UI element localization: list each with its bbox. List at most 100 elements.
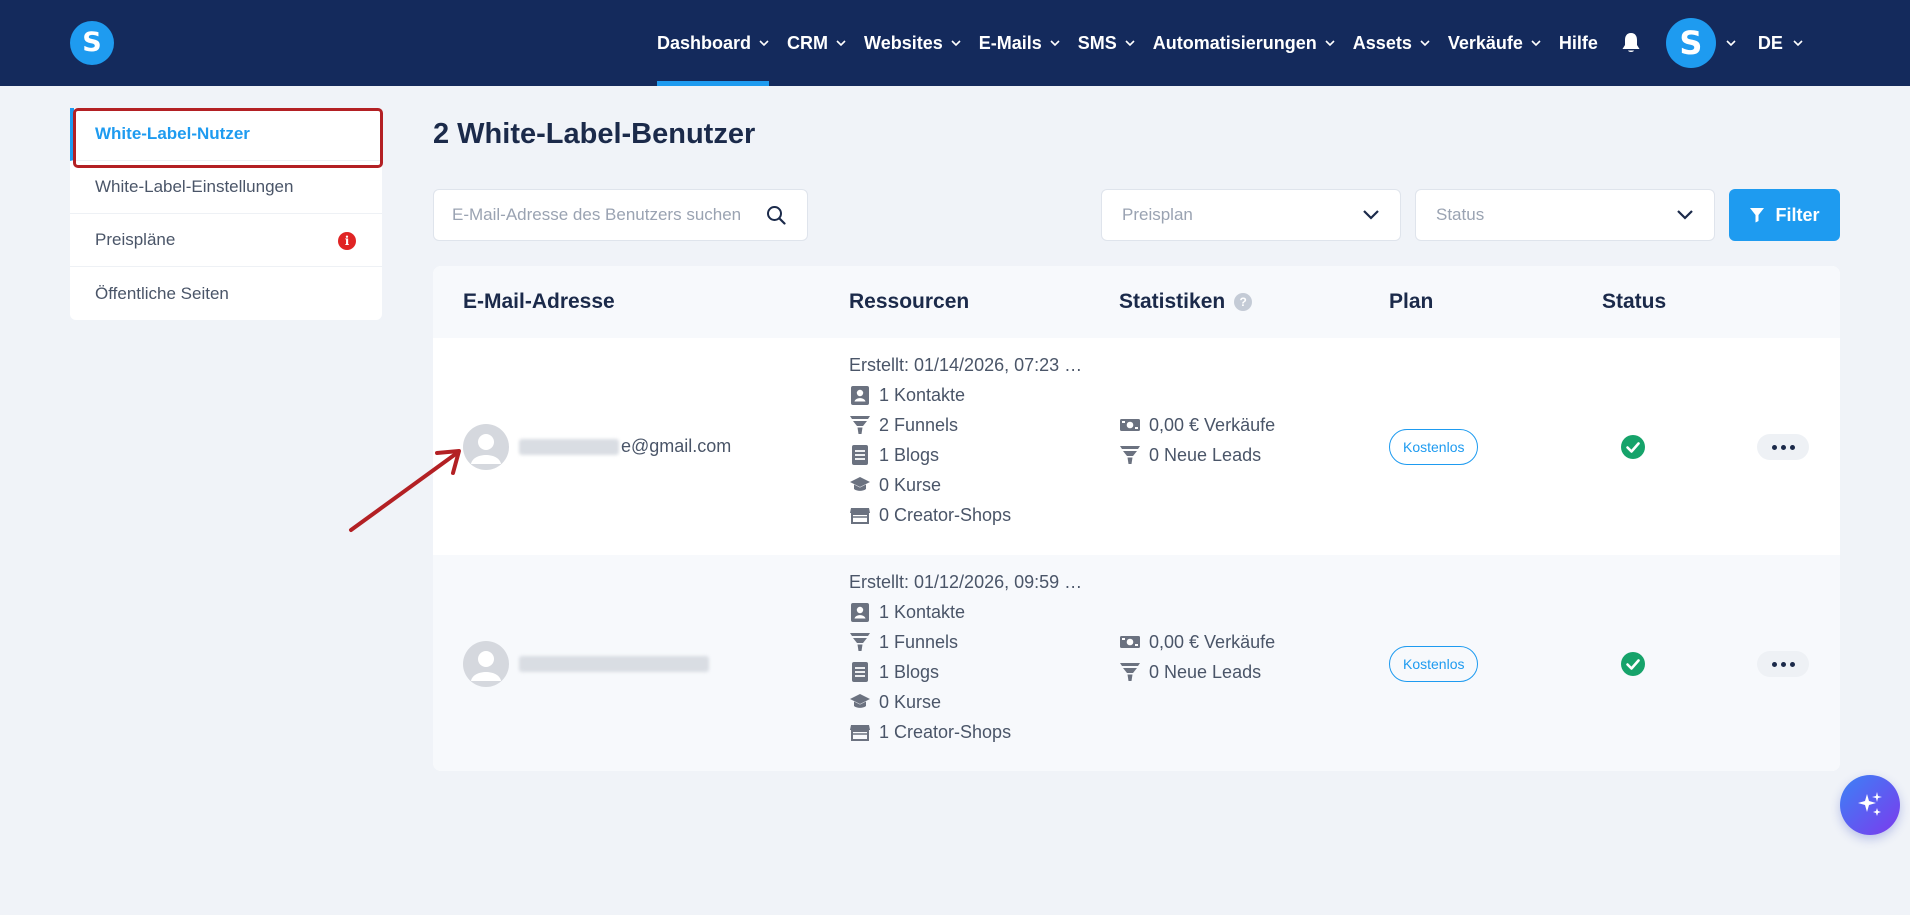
table-row[interactable]: Erstellt: 01/12/2026, 09:59 … 1 Kontakte… <box>433 555 1840 771</box>
nav-item-label: Automatisierungen <box>1152 32 1317 53</box>
chevron-down-icon <box>1325 40 1335 47</box>
plan-filter-select[interactable]: Preisplan <box>1101 189 1401 241</box>
status-filter-select[interactable]: Status <box>1415 189 1715 241</box>
user-email[interactable]: e@gmail.com <box>519 436 731 457</box>
stat-sales: 0,00 € Verkäufe <box>1119 410 1275 440</box>
chevron-down-icon <box>1363 210 1379 220</box>
sparkles-icon <box>1858 792 1882 816</box>
chevron-down-icon <box>1420 40 1430 47</box>
language-label: DE <box>1757 32 1783 53</box>
top-navigation-bar: S Dashboard CRM Websites E-Mails SMS Aut… <box>0 0 1910 86</box>
chevron-down-icon <box>1050 40 1060 47</box>
resource-funnels: 2 Funnels <box>849 410 1082 440</box>
document-icon <box>852 445 868 465</box>
graduation-cap-icon <box>850 694 870 708</box>
stat-leads: 0 Neue Leads <box>1119 657 1275 687</box>
language-selector[interactable]: DE <box>1758 33 1803 54</box>
document-icon <box>852 662 868 682</box>
status-filter-placeholder: Status <box>1436 205 1485 224</box>
user-avatar[interactable]: S <box>1665 18 1716 68</box>
page-title: 2 White-Label-Benutzer <box>433 118 756 150</box>
sidebar: White-Label-Nutzer White-Label-Einstellu… <box>70 108 382 320</box>
check-circle-icon <box>1621 435 1645 459</box>
nav-item-websites[interactable]: Websites <box>864 0 961 86</box>
ai-assistant-button[interactable] <box>1840 775 1900 835</box>
column-header-plan: Plan <box>1389 290 1434 313</box>
nav-item-emails[interactable]: E-Mails <box>979 0 1060 86</box>
plan-filter-placeholder: Preisplan <box>1122 205 1193 224</box>
chevron-down-icon <box>1531 40 1541 47</box>
plan-badge: Kostenlos <box>1389 646 1479 682</box>
chevron-down-icon <box>836 40 846 47</box>
store-icon <box>850 508 870 524</box>
filter-button[interactable]: Filter <box>1729 189 1840 241</box>
nav-item-label: CRM <box>787 32 829 53</box>
user-email[interactable] <box>519 656 711 672</box>
chevron-down-icon <box>1677 210 1693 220</box>
resource-funnels: 1 Funnels <box>849 627 1082 657</box>
created-date: Erstellt: 01/12/2026, 09:59 … <box>849 571 1083 592</box>
nav-item-automations[interactable]: Automatisierungen <box>1153 0 1335 86</box>
help-icon[interactable]: ? <box>1234 293 1253 311</box>
nav-item-sales[interactable]: Verkäufe <box>1448 0 1541 86</box>
table-header: E-Mail-Adresse Ressourcen Statistiken ? … <box>433 266 1840 338</box>
dot <box>1780 444 1786 450</box>
graduation-cap-icon <box>850 477 870 491</box>
chevron-down-icon <box>951 40 961 47</box>
nav-item-dashboard[interactable]: Dashboard <box>657 0 770 86</box>
funnel-icon <box>1120 446 1140 464</box>
funnel-icon <box>850 633 870 651</box>
funnel-icon <box>1750 208 1765 223</box>
filter-button-label: Filter <box>1775 204 1820 225</box>
nav-item-label: Hilfe <box>1558 32 1598 53</box>
sidebar-item-white-label-users[interactable]: White-Label-Nutzer <box>70 108 382 161</box>
main-nav: Dashboard CRM Websites E-Mails SMS Autom… <box>657 0 1803 86</box>
nav-item-help[interactable]: Hilfe <box>1559 0 1598 86</box>
stat-sales: 0,00 € Verkäufe <box>1119 627 1275 657</box>
money-icon <box>1120 636 1140 648</box>
funnel-icon <box>1120 663 1140 681</box>
stat-leads: 0 Neue Leads <box>1119 440 1275 470</box>
dot <box>1780 661 1786 667</box>
dot <box>1771 661 1777 667</box>
stats-list: 0,00 € Verkäufe 0 Neue Leads <box>1119 627 1275 687</box>
search-icon[interactable] <box>766 205 786 225</box>
contacts-icon <box>851 603 869 622</box>
resources-list: Erstellt: 01/14/2026, 07:23 … 1 Kontakte… <box>849 350 1082 530</box>
table-row[interactable]: e@gmail.com Erstellt: 01/14/2026, 07:23 … <box>433 338 1840 555</box>
nav-item-label: Assets <box>1352 32 1412 53</box>
resource-shops: 1 Creator-Shops <box>849 717 1082 747</box>
more-options-button[interactable] <box>1757 651 1809 677</box>
app-logo[interactable]: S <box>70 21 114 65</box>
nav-item-sms[interactable]: SMS <box>1078 0 1135 86</box>
column-header-resources: Ressourcen <box>849 290 970 313</box>
alert-info-icon: i <box>338 232 356 250</box>
bell-icon[interactable] <box>1620 31 1642 55</box>
more-options-button[interactable] <box>1757 434 1809 460</box>
nav-item-assets[interactable]: Assets <box>1353 0 1430 86</box>
funnel-icon <box>850 416 870 434</box>
check-circle-icon <box>1621 652 1645 676</box>
chevron-down-icon <box>1125 40 1135 47</box>
resource-blogs: 1 Blogs <box>849 440 1082 470</box>
stats-list: 0,00 € Verkäufe 0 Neue Leads <box>1119 410 1275 470</box>
redacted-text <box>519 438 619 455</box>
column-header-status: Status <box>1602 290 1667 313</box>
sidebar-item-white-label-settings[interactable]: White-Label-Einstellungen <box>70 161 382 214</box>
sidebar-item-label: Preispläne <box>95 230 176 249</box>
redacted-text <box>519 656 709 672</box>
store-icon <box>850 725 870 741</box>
chevron-down-icon <box>1793 40 1803 47</box>
sidebar-item-pricing-plans[interactable]: Preispläne i <box>70 214 382 267</box>
search-input[interactable] <box>452 205 762 225</box>
nav-item-crm[interactable]: CRM <box>787 0 846 86</box>
dot <box>1789 444 1795 450</box>
chevron-down-icon[interactable] <box>1726 38 1736 48</box>
resource-blogs: 1 Blogs <box>849 657 1082 687</box>
sidebar-item-public-pages[interactable]: Öffentliche Seiten <box>70 267 382 320</box>
avatar-placeholder-icon <box>463 424 509 470</box>
resource-contacts: 1 Kontakte <box>849 597 1082 627</box>
sidebar-item-label: White-Label-Nutzer <box>95 124 250 143</box>
resources-list: Erstellt: 01/12/2026, 09:59 … 1 Kontakte… <box>849 567 1082 747</box>
dot <box>1771 444 1777 450</box>
